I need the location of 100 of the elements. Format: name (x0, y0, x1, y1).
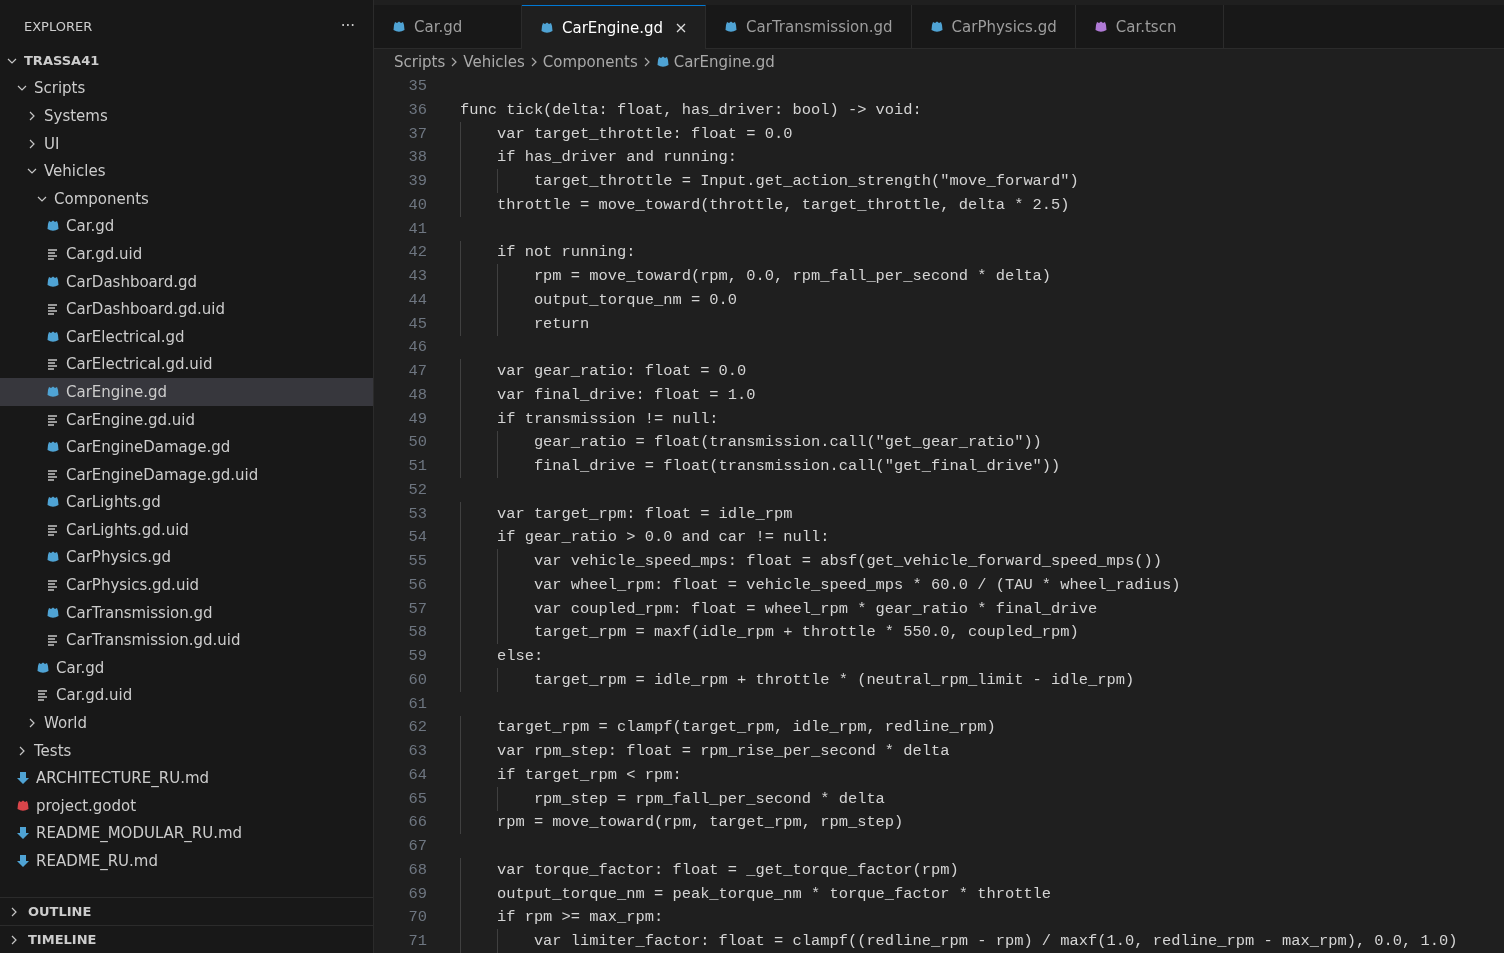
folder-item[interactable]: UI (0, 129, 373, 158)
line-number: 43 (407, 267, 427, 286)
lines-icon (46, 302, 60, 317)
code-line: var final_drive: float = 1.0 (495, 385, 756, 404)
lines-icon (46, 522, 60, 537)
editor-tab[interactable]: CarTransmission.gd (706, 5, 912, 49)
file-item[interactable]: CarPhysics.gd (0, 543, 373, 572)
file-item[interactable]: Car.gd.uid (0, 681, 373, 710)
folder-item[interactable]: Systems (0, 102, 373, 130)
file-item[interactable]: Car.gd (0, 654, 373, 682)
file-item[interactable]: CarLights.gd.uid (0, 516, 373, 544)
line-number: 52 (407, 480, 427, 499)
robot-head-icon (46, 274, 60, 289)
line-number: 54 (407, 528, 427, 547)
robot-head-icon (16, 798, 30, 813)
file-item[interactable]: project.godot (0, 792, 373, 820)
robot-head-icon (46, 219, 60, 234)
down-arrow-icon (16, 854, 30, 868)
code-line: var gear_ratio: float = 0.0 (495, 362, 747, 381)
down-arrow-icon (16, 826, 30, 841)
editor-tab[interactable]: Car.tscn (1075, 5, 1224, 49)
breadcrumb-item[interactable]: Components (542, 52, 638, 71)
file-item[interactable]: CarEngineDamage.gd (0, 433, 373, 461)
line-number: 63 (407, 742, 427, 761)
lines-icon (46, 633, 60, 648)
robot-head-icon (46, 605, 60, 620)
robot-head-icon (46, 550, 60, 565)
file-item[interactable]: CarElectrical.gd.uid (0, 350, 373, 379)
line-number: 53 (407, 504, 427, 523)
file-item[interactable]: CarPhysics.gd.uid (0, 571, 373, 599)
robot-head-icon (46, 384, 60, 399)
file-item[interactable]: README_MODULAR_RU.md (0, 819, 373, 848)
explorer-title: EXPLORER (24, 18, 93, 34)
lines-icon (36, 688, 50, 703)
code-line: target_rpm = idle_rpm + throttle * (neutral_rpm_limit - idle_rpm) (532, 670, 1135, 689)
lines-icon (46, 578, 60, 593)
folder-item[interactable]: World (0, 709, 373, 737)
file-item[interactable]: CarTransmission.gd (0, 598, 373, 627)
file-item[interactable]: ARCHITECTURE_RU.md (0, 764, 373, 793)
breadcrumb-item[interactable]: CarEngine.gd (673, 52, 775, 71)
line-number: 46 (407, 338, 427, 357)
line-number: 68 (407, 860, 427, 879)
lines-icon (46, 246, 60, 261)
line-number: 42 (407, 243, 427, 262)
file-item[interactable]: CarElectrical.gd (0, 322, 373, 351)
file-item[interactable]: Car.gd.uid (0, 240, 373, 268)
code-line: output_torque_nm = peak_torque_nm * torque_factor * throttle (495, 884, 1052, 903)
line-number: 37 (407, 124, 427, 143)
file-item[interactable]: CarEngine.gd (0, 378, 373, 406)
line-number: 36 (407, 100, 427, 119)
file-item[interactable]: Car.gd (0, 212, 373, 241)
robot-head-icon (36, 660, 50, 675)
code-line: throttle = move_toward(throttle, target_throttle, delta * 2.5) (495, 195, 1070, 214)
robot-head-icon (540, 20, 554, 35)
robot-head-icon (929, 19, 944, 34)
lines-icon (46, 357, 60, 372)
panel-section-header[interactable]: OUTLINE (0, 897, 373, 925)
down-arrow-icon (16, 771, 30, 786)
file-item[interactable]: README_RU.md (0, 847, 373, 875)
file-item[interactable]: CarDashboard.gd (0, 267, 373, 296)
file-item[interactable]: CarTransmission.gd.uid (0, 626, 373, 655)
code-line: target_rpm = clampf(target_rpm, idle_rpm, redline_rpm) (495, 718, 996, 737)
code-line: final_drive = float(transmission.call("get_final_drive")) (532, 457, 1061, 476)
file-item[interactable]: CarEngineDamage.gd.uid (0, 460, 373, 489)
line-number: 48 (407, 385, 427, 404)
line-number: 39 (407, 172, 427, 191)
editor-tab[interactable]: CarPhysics.gd (911, 5, 1076, 49)
code-line: output_torque_nm = 0.0 (532, 290, 738, 309)
close-icon[interactable] (675, 21, 688, 34)
folder-item[interactable]: Components (0, 184, 373, 213)
line-number: 71 (407, 932, 427, 951)
code-line: gear_ratio = float(transmission.call("get_gear_ratio")) (532, 433, 1042, 452)
line-number: 40 (407, 195, 427, 214)
robot-head-icon (392, 19, 406, 34)
line-number: 59 (407, 647, 427, 666)
code-line: func tick(delta: float, has_driver: bool) -> void: (460, 100, 922, 119)
folder-item[interactable]: Tests (0, 736, 373, 765)
file-item[interactable]: CarEngine.gd.uid (0, 405, 373, 434)
robot-head-icon (655, 54, 670, 69)
line-number: 49 (407, 409, 427, 428)
editor-tab[interactable]: CarEngine.gd (522, 5, 707, 50)
folder-item[interactable]: Scripts (0, 74, 373, 103)
folder-item[interactable]: Vehicles (0, 157, 373, 185)
panel-section-header[interactable]: TIMELINE (0, 925, 373, 953)
robot-head-icon (1093, 19, 1108, 34)
breadcrumb-item[interactable]: Scripts (394, 52, 446, 71)
line-number: 35 (407, 77, 427, 96)
line-number: 38 (407, 148, 427, 167)
file-item[interactable]: CarLights.gd (0, 488, 373, 517)
file-item[interactable]: CarDashboard.gd.uid (0, 295, 373, 323)
robot-head-icon (724, 19, 739, 34)
more-actions-button[interactable]: ··· (336, 17, 359, 35)
folder-item[interactable]: TRASSA41 (0, 47, 373, 75)
line-number: 60 (407, 670, 427, 689)
robot-head-icon (46, 495, 60, 510)
line-number: 56 (407, 575, 427, 594)
code-line: var vehicle_speed_mps: float = absf(get_vehicle_forward_speed_mps()) (532, 552, 1162, 571)
code-line: rpm = move_toward(rpm, target_rpm, rpm_step) (495, 813, 904, 832)
breadcrumb-item[interactable]: Vehicles (463, 52, 525, 71)
code-line: var wheel_rpm: float = vehicle_speed_mps * 60.0 / (TAU * wheel_radius) (532, 575, 1181, 594)
